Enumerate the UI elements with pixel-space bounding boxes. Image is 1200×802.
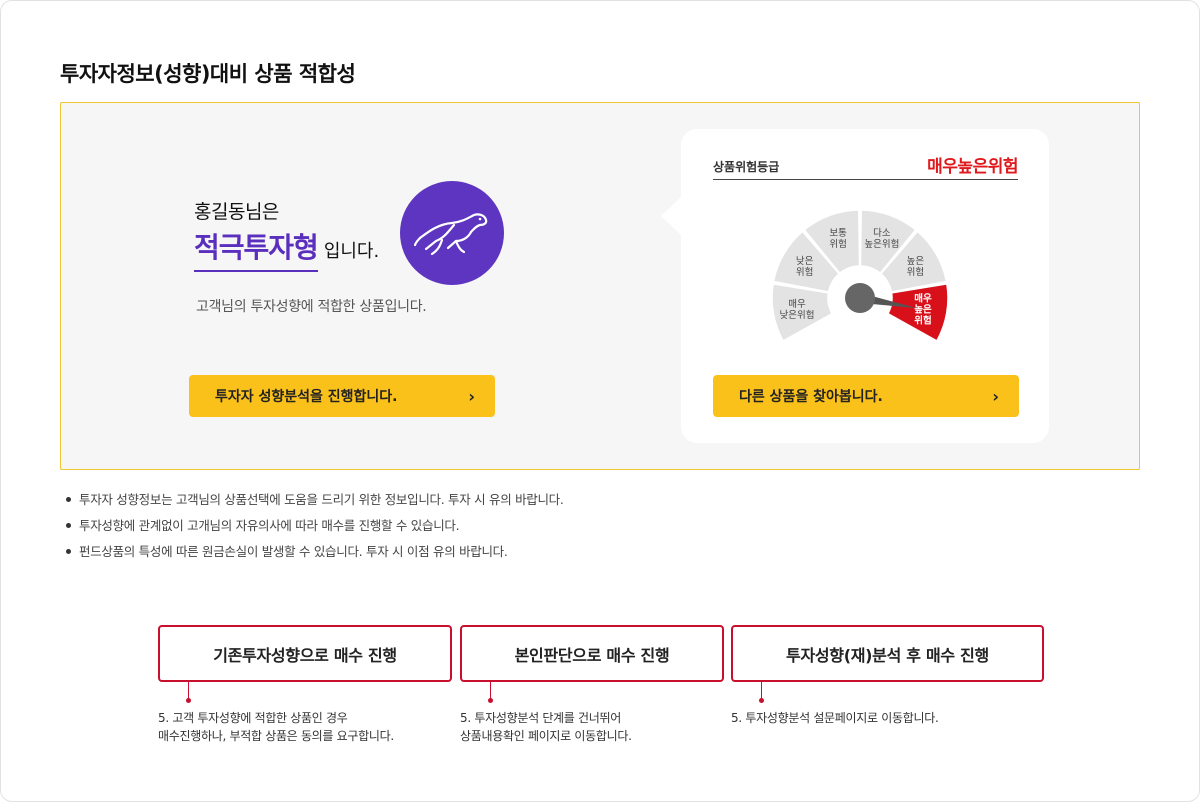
find-other-products-button[interactable]: 다른 상품을 찾아봅니다. › xyxy=(713,375,1019,417)
risk-grade-value: 매우높은위험 xyxy=(927,157,1018,177)
gauge-segment-label: 높은위험 xyxy=(864,238,899,250)
action-description-line: 상품내용확인 페이지로 이동합니다. xyxy=(460,729,632,743)
notice-item: 펀드상품의 특성에 따른 원금손실이 발생할 수 있습니다. 투자 시 이점 유… xyxy=(64,539,564,565)
gauge-segment-label: 높은 xyxy=(907,256,925,267)
investor-type-suffix: 입니다. xyxy=(323,241,380,262)
gauge-segment-label: 높은 xyxy=(914,305,932,316)
risk-divider xyxy=(713,179,1018,180)
connector-dot xyxy=(759,698,764,703)
notice-item: 투자자 성향정보는 고객님의 상품선택에 도움을 드리기 위한 정보입니다. 투… xyxy=(64,487,564,513)
gauge-hub xyxy=(845,283,875,313)
chevron-right-icon: › xyxy=(468,386,475,406)
action-description-line: 5. 고객 투자성향에 적합한 상품인 경우 xyxy=(158,711,348,725)
action-description-line: 5. 투자성향분석 단계를 건너뛰어 xyxy=(460,711,622,725)
action-description: 5. 투자성향분석 단계를 건너뛰어 상품내용확인 페이지로 이동합니다. xyxy=(460,709,632,745)
cheetah-icon xyxy=(400,181,504,285)
notice-item: 투자성향에 관계없이 고개님의 자유의사에 따라 매수를 진행할 수 있습니다. xyxy=(64,513,564,539)
risk-grade-label: 상품위험등급 xyxy=(713,160,780,174)
chevron-right-icon: › xyxy=(992,386,999,406)
gauge-segment-label: 위험 xyxy=(829,238,846,250)
analyze-profile-label: 투자자 성향분석을 진행합니다. xyxy=(215,389,398,405)
action-description-line: 매수진행하나, 부적합 상품은 동의를 요구합니다. xyxy=(158,729,394,743)
gauge-segment-label: 매우 xyxy=(788,299,806,310)
gauge-segment-label: 매우 xyxy=(914,293,932,305)
risk-gauge: 매우낮은위험낮은위험보통위험다소높은위험높은위험매우높은위험 xyxy=(771,209,949,342)
gauge-segment-label: 위험 xyxy=(907,266,924,278)
gauge-segment-label: 낮은위험 xyxy=(779,309,814,321)
gauge-segment-label: 낮은 xyxy=(796,256,814,267)
proceed-own-judgment-button[interactable]: 본인판단으로 매수 진행 xyxy=(460,625,724,682)
gauge-segment-label: 다소 xyxy=(873,228,891,239)
find-other-products-label: 다른 상품을 찾아봅니다. xyxy=(739,389,883,405)
page-title: 투자자정보(성향)대비 상품 적합성 xyxy=(60,62,356,86)
gauge-segment-label: 위험 xyxy=(914,315,931,327)
connector-dot xyxy=(186,698,191,703)
action-description: 5. 고객 투자성향에 적합한 상품인 경우 매수진행하나, 부적합 상품은 동… xyxy=(158,709,394,745)
proceed-existing-profile-button[interactable]: 기존투자성향으로 매수 진행 xyxy=(158,625,452,682)
investor-type: 적극투자형 xyxy=(194,226,319,272)
analyze-profile-button[interactable]: 투자자 성향분석을 진행합니다. › xyxy=(189,375,495,417)
gauge-segment-label: 위험 xyxy=(796,266,813,278)
user-name-line: 홍길동님은 xyxy=(194,201,279,223)
connector-dot xyxy=(488,698,493,703)
gauge-segment-label: 보통 xyxy=(829,228,847,239)
notice-list: 투자자 성향정보는 고객님의 상품선택에 도움을 드리기 위한 정보입니다. 투… xyxy=(64,487,564,565)
card-pointer xyxy=(661,196,682,236)
action-description: 5. 투자성향분석 설문페이지로 이동합니다. xyxy=(731,709,939,727)
investor-type-line: 적극투자형 입니다. xyxy=(194,226,379,272)
proceed-after-reanalysis-button[interactable]: 투자성향(재)분석 후 매수 진행 xyxy=(731,625,1044,682)
action-description-line: 5. 투자성향분석 설문페이지로 이동합니다. xyxy=(731,711,939,725)
profile-description: 고객님의 투자성향에 적합한 상품입니다. xyxy=(196,299,427,315)
